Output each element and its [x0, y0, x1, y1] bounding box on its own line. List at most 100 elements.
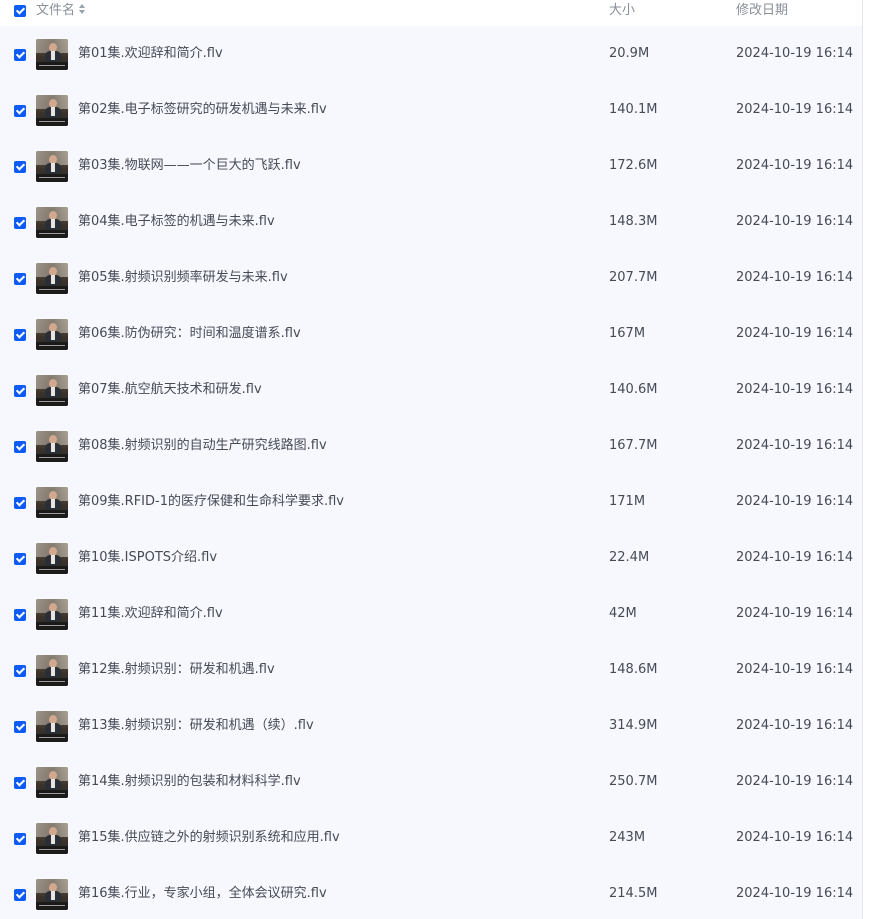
video-thumbnail	[36, 95, 68, 126]
sort-icon[interactable]	[78, 3, 86, 15]
file-row[interactable]: 第16集.行业，专家小组，全体会议研究.flv 214.5M 2024-10-19 …	[0, 867, 862, 919]
row-checkbox[interactable]	[14, 553, 26, 565]
file-modified-date: 2024-10-19 16:14	[736, 158, 854, 173]
column-header-modified[interactable]: 修改日期	[736, 3, 788, 19]
video-thumbnail	[36, 431, 68, 462]
row-checkbox[interactable]	[14, 49, 26, 61]
file-size: 148.6M	[609, 662, 658, 677]
row-checkbox[interactable]	[14, 497, 26, 509]
file-size: 20.9M	[609, 46, 650, 61]
file-name[interactable]: 第15集.供应链之外的射频识别系统和应用.flv	[78, 830, 340, 846]
file-modified-date: 2024-10-19 16:14	[736, 382, 854, 397]
file-size: 250.7M	[609, 774, 658, 789]
video-thumbnail	[36, 319, 68, 350]
file-size: 167M	[609, 326, 646, 341]
file-row[interactable]: 第05集.射频识别频率研发与未来.flv 207.7M 2024-10-19 16:…	[0, 251, 862, 307]
file-row[interactable]: 第15集.供应链之外的射频识别系统和应用.flv 243M 2024-10-19 1…	[0, 811, 862, 867]
file-size: 22.4M	[609, 550, 650, 565]
file-modified-date: 2024-10-19 16:14	[736, 214, 854, 229]
file-row[interactable]: 第14集.射频识别的包装和材料科学.flv 250.7M 2024-10-19 16…	[0, 755, 862, 811]
row-checkbox[interactable]	[14, 721, 26, 733]
row-checkbox[interactable]	[14, 329, 26, 341]
scrollbar[interactable]	[862, 0, 883, 919]
row-checkbox[interactable]	[14, 665, 26, 677]
row-checkbox[interactable]	[14, 609, 26, 621]
file-row[interactable]: 第06集.防伪研究：时间和温度谱系.flv 167M 2024-10-19 16:1…	[0, 307, 862, 363]
file-name[interactable]: 第16集.行业，专家小组，全体会议研究.flv	[78, 886, 327, 902]
row-checkbox[interactable]	[14, 777, 26, 789]
file-name[interactable]: 第10集.ISPOTS介绍.flv	[78, 550, 217, 566]
video-thumbnail	[36, 151, 68, 182]
file-size: 314.9M	[609, 718, 658, 733]
file-size: 140.1M	[609, 102, 658, 117]
file-size: 243M	[609, 830, 646, 845]
row-checkbox[interactable]	[14, 273, 26, 285]
file-name[interactable]: 第04集.电子标签的机遇与未来.flv	[78, 214, 275, 230]
row-checkbox[interactable]	[14, 441, 26, 453]
video-thumbnail	[36, 879, 68, 910]
file-modified-date: 2024-10-19 16:14	[736, 886, 854, 901]
row-checkbox[interactable]	[14, 161, 26, 173]
file-list: 文件名 大小 修改日期 第01集.欢迎辞和简介.flv 20.9M 2024-10-…	[0, 0, 862, 919]
file-row[interactable]: 第08集.射频识别的自动生产研究线路图.flv 167.7M 2024-10-19 …	[0, 419, 862, 475]
file-modified-date: 2024-10-19 16:14	[736, 550, 854, 565]
file-modified-date: 2024-10-19 16:14	[736, 102, 854, 117]
file-modified-date: 2024-10-19 16:14	[736, 662, 854, 677]
file-modified-date: 2024-10-19 16:14	[736, 606, 854, 621]
file-name[interactable]: 第07集.航空航天技术和研发.flv	[78, 382, 262, 398]
file-row[interactable]: 第09集.RFID-1的医疗保健和生命科学要求.flv 171M 2024-10-1…	[0, 475, 862, 531]
video-thumbnail	[36, 39, 68, 70]
video-thumbnail	[36, 375, 68, 406]
file-modified-date: 2024-10-19 16:14	[736, 494, 854, 509]
file-name[interactable]: 第05集.射频识别频率研发与未来.flv	[78, 270, 288, 286]
file-modified-date: 2024-10-19 16:14	[736, 326, 854, 341]
row-checkbox[interactable]	[14, 217, 26, 229]
file-row[interactable]: 第02集.电子标签研究的研发机遇与未来.flv 140.1M 2024-10-19 …	[0, 83, 862, 139]
file-row[interactable]: 第04集.电子标签的机遇与未来.flv 148.3M 2024-10-19 16:1…	[0, 195, 862, 251]
file-row[interactable]: 第13集.射频识别：研发和机遇（续）.flv 314.9M 2024-10-19 1…	[0, 699, 862, 755]
file-modified-date: 2024-10-19 16:14	[736, 830, 854, 845]
file-size: 42M	[609, 606, 637, 621]
file-name[interactable]: 第11集.欢迎辞和简介.flv	[78, 606, 223, 622]
row-checkbox[interactable]	[14, 105, 26, 117]
file-row[interactable]: 第11集.欢迎辞和简介.flv 42M 2024-10-19 16:14	[0, 587, 862, 643]
select-all-checkbox[interactable]	[14, 5, 26, 17]
file-row[interactable]: 第07集.航空航天技术和研发.flv 140.6M 2024-10-19 16:14	[0, 363, 862, 419]
video-thumbnail	[36, 487, 68, 518]
column-header-size[interactable]: 大小	[609, 3, 635, 19]
file-size: 214.5M	[609, 886, 658, 901]
file-name[interactable]: 第14集.射频识别的包装和材料科学.flv	[78, 774, 301, 790]
file-name[interactable]: 第03集.物联网——一个巨大的飞跃.flv	[78, 158, 301, 174]
file-size: 148.3M	[609, 214, 658, 229]
file-size: 140.6M	[609, 382, 658, 397]
file-modified-date: 2024-10-19 16:14	[736, 438, 854, 453]
file-row[interactable]: 第03集.物联网——一个巨大的飞跃.flv 172.6M 2024-10-19 16…	[0, 139, 862, 195]
file-size: 167.7M	[609, 438, 658, 453]
video-thumbnail	[36, 655, 68, 686]
column-header-name[interactable]: 文件名	[36, 3, 86, 19]
file-size: 172.6M	[609, 158, 658, 173]
file-name[interactable]: 第06集.防伪研究：时间和温度谱系.flv	[78, 326, 301, 342]
file-name[interactable]: 第01集.欢迎辞和简介.flv	[78, 46, 223, 62]
file-row[interactable]: 第01集.欢迎辞和简介.flv 20.9M 2024-10-19 16:14	[0, 27, 862, 83]
video-thumbnail	[36, 263, 68, 294]
column-header-name-label: 文件名	[36, 3, 76, 18]
file-modified-date: 2024-10-19 16:14	[736, 46, 854, 61]
file-name[interactable]: 第13集.射频识别：研发和机遇（续）.flv	[78, 718, 314, 734]
file-name[interactable]: 第08集.射频识别的自动生产研究线路图.flv	[78, 438, 327, 454]
file-name[interactable]: 第02集.电子标签研究的研发机遇与未来.flv	[78, 102, 327, 118]
row-checkbox[interactable]	[14, 385, 26, 397]
file-modified-date: 2024-10-19 16:14	[736, 718, 854, 733]
file-row[interactable]: 第10集.ISPOTS介绍.flv 22.4M 2024-10-19 16:14	[0, 531, 862, 587]
row-checkbox[interactable]	[14, 833, 26, 845]
video-thumbnail	[36, 207, 68, 238]
file-row[interactable]: 第12集.射频识别：研发和机遇.flv 148.6M 2024-10-19 16:1…	[0, 643, 862, 699]
file-name[interactable]: 第09集.RFID-1的医疗保健和生命科学要求.flv	[78, 494, 344, 510]
list-header: 文件名 大小 修改日期	[0, 0, 862, 26]
file-name[interactable]: 第12集.射频识别：研发和机遇.flv	[78, 662, 275, 678]
video-thumbnail	[36, 823, 68, 854]
video-thumbnail	[36, 767, 68, 798]
video-thumbnail	[36, 711, 68, 742]
video-thumbnail	[36, 599, 68, 630]
row-checkbox[interactable]	[14, 889, 26, 901]
